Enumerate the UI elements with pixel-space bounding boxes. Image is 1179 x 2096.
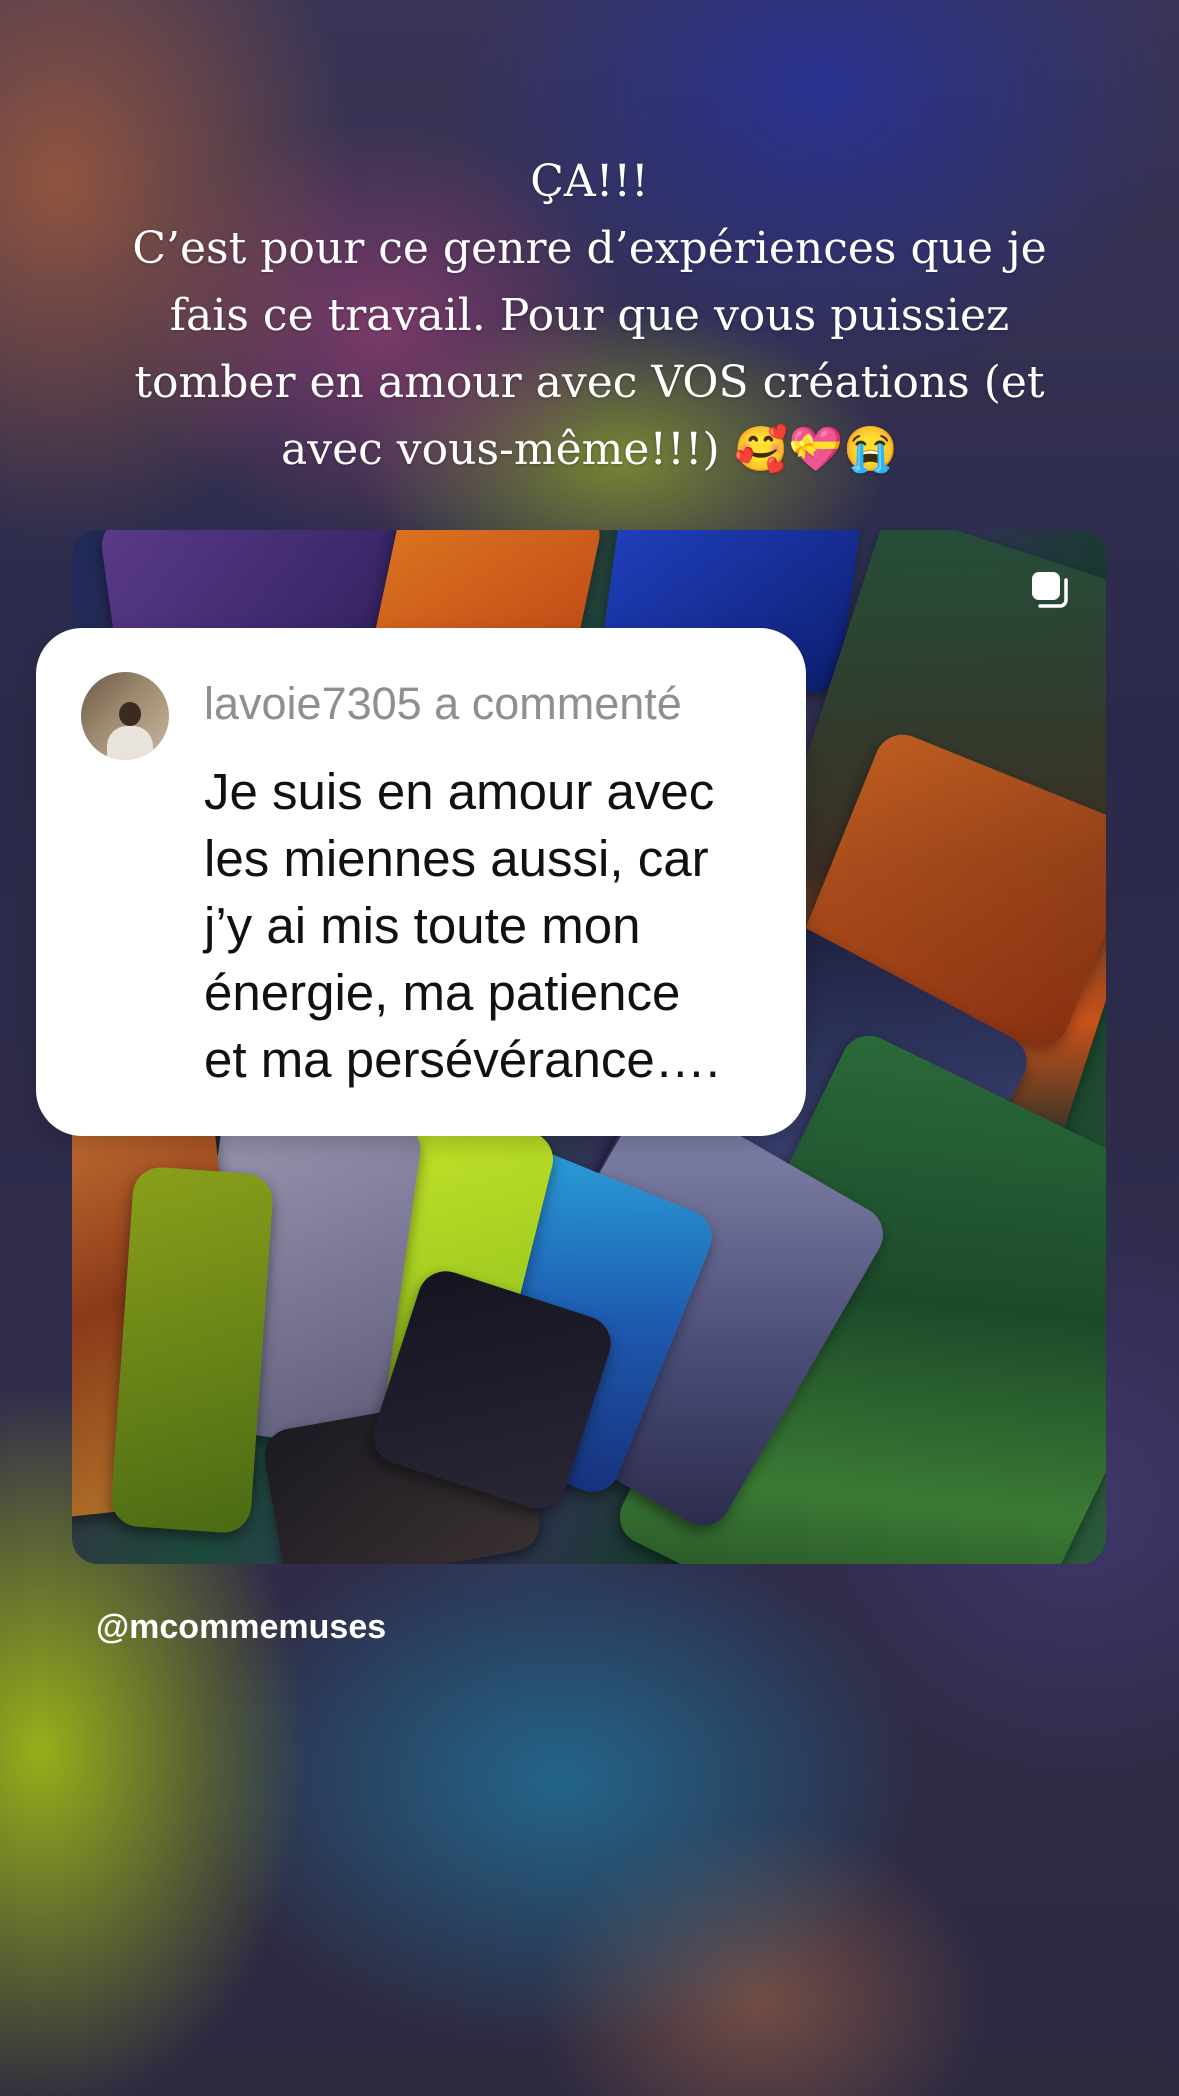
caption-line-5: avec vous-même!!!) 🥰💝😭 bbox=[281, 424, 898, 475]
multiple-images-icon bbox=[1032, 572, 1068, 608]
comment-line-5: et ma persévérance…. bbox=[204, 1031, 720, 1088]
comment-line-1: Je suis en amour avec bbox=[204, 763, 715, 820]
caption-line-1: ÇA!!! bbox=[530, 156, 649, 207]
comment-sticker[interactable]: lavoie7305 a commenté Je suis en amour a… bbox=[36, 628, 806, 1136]
comment-header: lavoie7305 a commenté bbox=[204, 678, 682, 729]
caption-line-2: C’est pour ce genre d’expériences que je bbox=[132, 223, 1047, 274]
user-avatar[interactable] bbox=[81, 672, 169, 760]
story-caption: ÇA!!! C’est pour ce genre d’expériences … bbox=[60, 148, 1119, 483]
comment-line-4: énergie, ma patience bbox=[204, 964, 681, 1021]
comment-line-3: j’y ai mis toute mon bbox=[204, 897, 641, 954]
author-handle-link[interactable]: @mcommemuses bbox=[96, 1608, 386, 1647]
caption-line-4: tomber en amour avec VOS créations (et bbox=[134, 357, 1045, 408]
card-green-yellow bbox=[109, 1165, 275, 1535]
caption-line-3: fais ce travail. Pour que vous puissiez bbox=[169, 290, 1010, 341]
comment-line-2: les miennes aussi, car bbox=[204, 830, 709, 887]
comment-text: Je suis en amour avec les miennes aussi,… bbox=[204, 758, 784, 1093]
